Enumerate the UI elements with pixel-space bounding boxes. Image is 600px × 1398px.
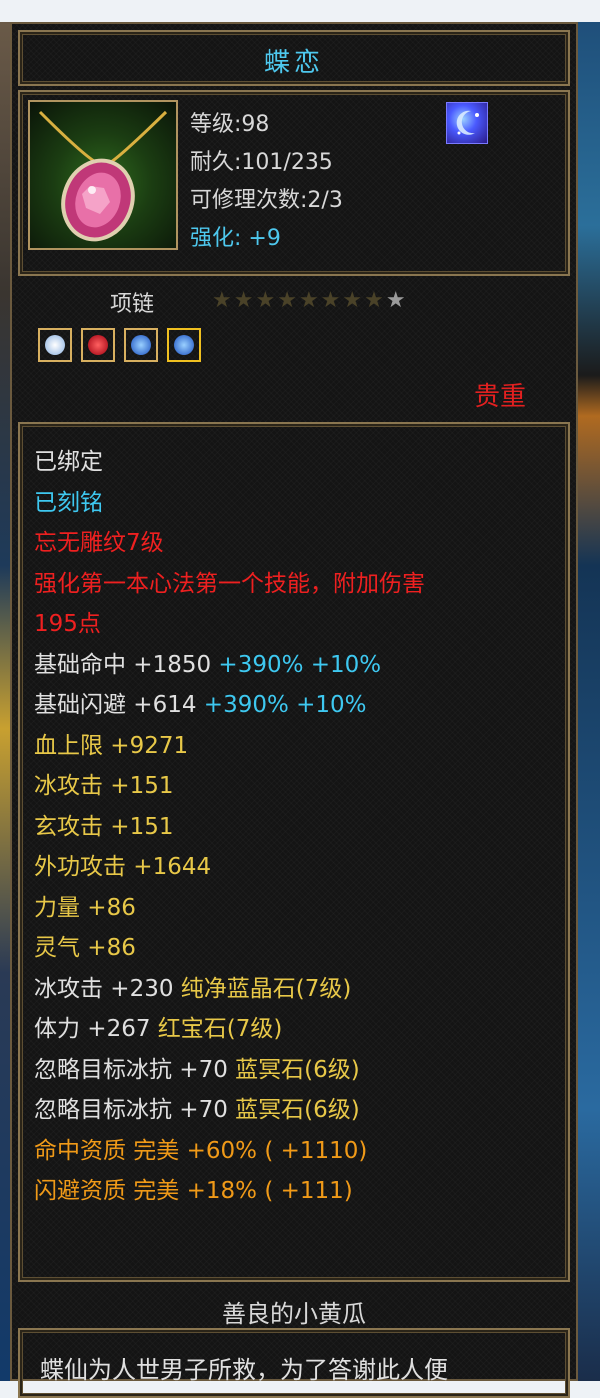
attribute-text: 灵气 +86 xyxy=(34,935,136,961)
item-level: 等级:98 xyxy=(190,112,270,137)
attribute-line: 已刻铭 xyxy=(34,483,425,524)
attribute-text: 体力 +267 xyxy=(34,1016,158,1042)
star-icon: ★ xyxy=(277,288,299,313)
star-icon: ★ xyxy=(385,288,408,313)
star-icon: ★ xyxy=(233,288,256,313)
star-icon: ★ xyxy=(298,288,321,313)
attribute-text: 强化第一本心法第一个技能，附加伤害 xyxy=(34,570,425,597)
attribute-text: 基础闪避 +614 xyxy=(34,692,197,718)
attribute-text: 玄攻击 +151 xyxy=(34,813,174,840)
item-type: 项链 xyxy=(110,292,155,317)
lore-text: 蝶仙为人世男子所救，为了答谢此人便 xyxy=(40,1356,448,1384)
socket-gems xyxy=(38,328,205,366)
attribute-gem-source: 红宝石(7级) xyxy=(157,1016,283,1042)
blue-moon-emblem-icon xyxy=(446,102,488,144)
attribute-gem-source: 蓝冥石(6级) xyxy=(235,1097,360,1123)
attribute-line: 忘无雕纹7级 xyxy=(34,523,425,564)
attribute-bonus: +390% +10% xyxy=(196,692,367,718)
attribute-text: 闪避资质 完美 +18% ( +111) xyxy=(34,1178,353,1204)
attribute-line: 闪避资质 完美 +18% ( +111) xyxy=(34,1171,425,1212)
lore-frame: 蝶仙为人世男子所救，为了答谢此人便 xyxy=(18,1328,570,1398)
item-name: 蝶恋 xyxy=(263,48,324,78)
attribute-line: 忽略目标冰抗 +70 蓝冥石(6级) xyxy=(34,1050,425,1091)
item-tooltip-panel: 蝶恋 等级:98 耐久:101/235 可修理次数:2/3 强化: +9 项链 … xyxy=(10,22,578,1398)
attribute-line: 力量 +86 xyxy=(34,888,425,929)
attribute-line: 195点 xyxy=(34,604,425,645)
engraved-owner-name: 善良的小黄瓜 xyxy=(222,1300,366,1328)
white-crystal-gem-icon xyxy=(38,328,72,362)
star-icon: ★ xyxy=(255,288,278,313)
attribute-frame: 已绑定已刻铭忘无雕纹7级强化第一本心法第一个技能，附加伤害 195点基础命中 +1… xyxy=(18,422,570,1282)
attribute-text: 外功攻击 +1644 xyxy=(34,854,212,880)
attribute-line: 已绑定 xyxy=(34,442,425,483)
attribute-line: 外功攻击 +1644 xyxy=(34,847,425,888)
attribute-text: 力量 +86 xyxy=(34,894,136,921)
blue-sapphire-gem-icon xyxy=(124,328,159,362)
attribute-text: 忽略目标冰抗 +70 xyxy=(34,1097,236,1123)
star-icon: ★ xyxy=(364,288,386,313)
blue-sapphire-gem-icon xyxy=(167,328,202,362)
attribute-text: 已刻铭 xyxy=(34,489,103,516)
attribute-text: 冰攻击 +151 xyxy=(34,773,174,799)
item-enhance-level: 强化: +9 xyxy=(190,226,281,251)
attribute-text: 已绑定 xyxy=(34,449,103,475)
attribute-text: 命中资质 完美 +60% ( +1110) xyxy=(34,1137,368,1164)
attribute-text: 195点 xyxy=(34,611,101,637)
attribute-line: 血上限 +9271 xyxy=(34,726,425,767)
item-repair-count: 可修理次数:2/3 xyxy=(190,188,343,213)
attribute-list: 已绑定已刻铭忘无雕纹7级强化第一本心法第一个技能，附加伤害 195点基础命中 +1… xyxy=(34,442,425,1212)
attribute-text: 血上限 +9271 xyxy=(34,732,189,759)
attribute-bonus: +390% +10% xyxy=(211,651,382,678)
item-title-frame: 蝶恋 xyxy=(18,30,570,86)
rarity-label: 贵重 xyxy=(474,382,527,412)
star-rating: ★★★★★★★★★ xyxy=(212,288,408,313)
attribute-text: 冰攻击 +230 xyxy=(34,975,181,1002)
attribute-line: 命中资质 完美 +60% ( +1110) xyxy=(34,1131,425,1172)
attribute-line: 冰攻击 +230 纯净蓝晶石(7级) xyxy=(34,969,425,1010)
attribute-line: 强化第一本心法第一个技能，附加伤害 xyxy=(34,564,425,605)
attribute-text: 基础命中 +1850 xyxy=(34,651,212,678)
attribute-line: 灵气 +86 xyxy=(34,928,425,969)
star-icon: ★ xyxy=(342,288,365,313)
attribute-line: 冰攻击 +151 xyxy=(34,766,425,807)
item-durability: 耐久:101/235 xyxy=(190,150,333,175)
item-info-frame: 等级:98 耐久:101/235 可修理次数:2/3 强化: +9 xyxy=(18,90,570,276)
attribute-line: 体力 +267 红宝石(7级) xyxy=(34,1009,425,1050)
attribute-line: 忽略目标冰抗 +70 蓝冥石(6级) xyxy=(34,1090,425,1131)
attribute-gem-source: 蓝冥石(6级) xyxy=(235,1056,360,1083)
attribute-line: 玄攻击 +151 xyxy=(34,807,425,848)
attribute-text: 忘无雕纹7级 xyxy=(34,530,164,556)
star-icon: ★ xyxy=(320,288,343,313)
pink-gem-necklace-icon xyxy=(28,100,178,250)
star-icon: ★ xyxy=(212,288,234,313)
attribute-line: 基础闪避 +614 +390% +10% xyxy=(34,685,425,726)
attribute-text: 忽略目标冰抗 +70 xyxy=(34,1056,236,1083)
attribute-gem-source: 纯净蓝晶石(7级) xyxy=(180,975,352,1002)
attribute-line: 基础命中 +1850 +390% +10% xyxy=(34,645,425,686)
red-ruby-gem-icon xyxy=(81,328,116,362)
